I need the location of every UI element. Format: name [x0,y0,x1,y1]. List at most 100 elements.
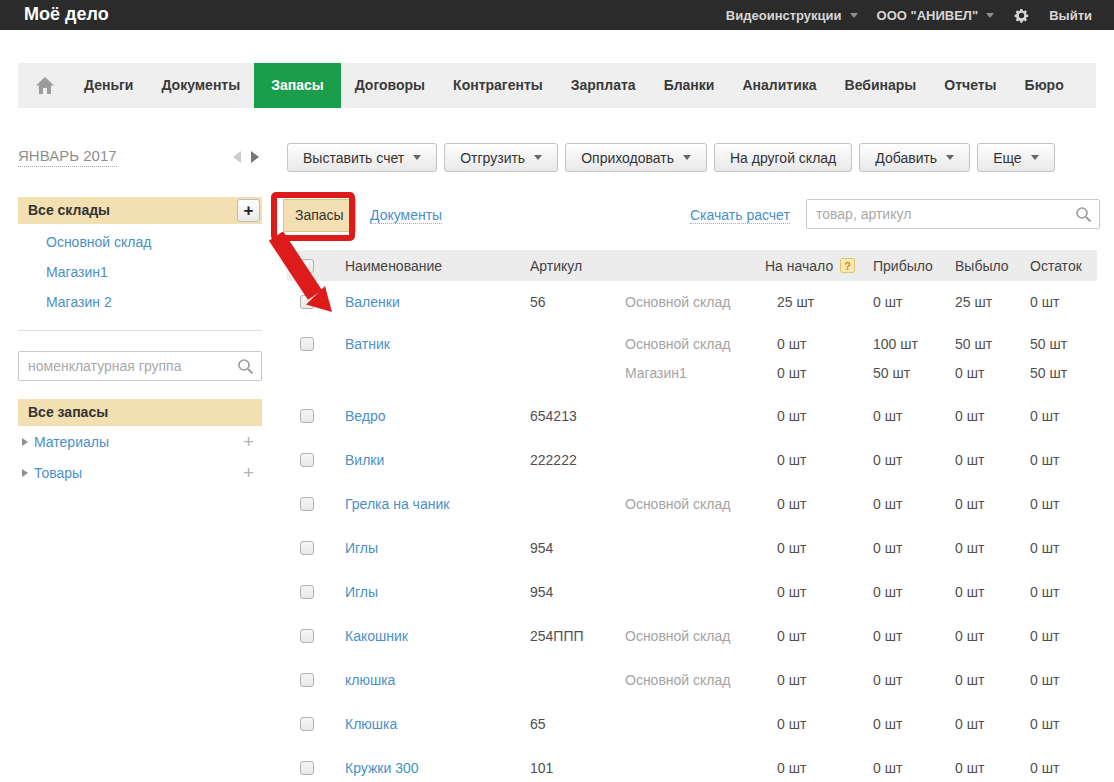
nav-tab[interactable]: Бланки [650,63,729,108]
item-name-link[interactable]: Иглы [345,540,378,556]
help-icon[interactable]: ? [840,258,855,273]
home-button[interactable] [18,63,70,108]
qty-start: 0 шт [777,584,806,600]
row-checkbox[interactable] [300,673,314,687]
qty-rest: 0 шт [1030,628,1059,644]
nav-tab[interactable]: Контрагенты [439,63,557,108]
warehouse-link[interactable]: Основной склад [46,234,151,250]
nav-tab[interactable]: Отчеты [930,63,1010,108]
item-name-link[interactable]: Ватник [345,336,390,352]
row-checkbox[interactable] [300,541,314,555]
nav-tab[interactable]: Деньги [70,63,147,108]
row-checkbox[interactable] [300,337,314,351]
item-name-link[interactable]: Вилки [345,452,384,468]
download-calculation-link[interactable]: Скачать расчет [690,207,790,224]
logout-button[interactable]: Выйти [1049,8,1092,23]
row-checkbox[interactable] [300,585,314,599]
item-name-link[interactable]: Иглы [345,584,378,600]
item-name-link[interactable]: клюшка [345,672,395,688]
item-name-link[interactable]: Клюшка [345,716,397,732]
settings-button[interactable] [1013,7,1030,24]
qty-rest: 0 шт [1030,408,1059,424]
row-checkbox[interactable] [300,717,314,731]
nav-tab[interactable]: Зарплата [557,63,650,108]
qty-start: 0 шт [777,760,806,776]
col-start: На начало? [765,258,855,274]
app-logo[interactable]: Моё дело [24,4,109,25]
chevron-down-icon [683,155,691,160]
qty-out: 0 шт [955,540,984,556]
product-search[interactable] [806,199,1100,229]
table-row: Валенки56Основной склад25 шт0 шт25 шт0 ш… [287,281,1097,325]
add-warehouse-button[interactable]: + [237,199,260,222]
qty-out: 0 шт [955,365,984,381]
nav-tab[interactable]: Запасы [254,63,341,108]
row-checkbox[interactable] [300,409,314,423]
tab-stocks[interactable]: Запасы [283,199,356,232]
tree-label[interactable]: Материалы [34,434,109,450]
row-checkbox[interactable] [300,629,314,643]
item-name-link[interactable]: Какошник [345,628,408,644]
warehouse-link[interactable]: Магазин 2 [46,294,112,310]
row-checkbox[interactable] [300,497,314,511]
qty-start: 0 шт [777,496,806,512]
qty-start: 0 шт [777,716,806,732]
table-row: Иглы9540 шт0 шт0 шт0 шт [287,571,1097,615]
item-name-link[interactable]: Ведро [345,408,386,424]
col-name: Наименование [345,258,442,274]
toolbar-button[interactable]: Еще [977,143,1055,172]
qty-out: 0 шт [955,408,984,424]
qty-start: 25 шт [777,294,814,310]
table-row: Ведро6542130 шт0 шт0 шт0 шт [287,395,1097,439]
select-all-checkbox[interactable] [300,259,314,273]
tree-item[interactable]: Материалы + [18,434,262,450]
table-row: ВатникОсновной склад0 шт100 шт50 шт50 шт… [287,325,1097,395]
table-row: Иглы9540 шт0 шт0 шт0 шт [287,527,1097,571]
toolbar-button[interactable]: На другой склад [714,143,852,172]
search-icon [237,358,254,375]
qty-rest: 50 шт [1030,365,1067,381]
period-next-icon[interactable] [251,151,259,163]
toolbar-button[interactable]: Оприходовать [565,143,707,172]
period-prev-icon[interactable] [233,151,241,163]
warehouses-header[interactable]: Все склады + [18,197,262,224]
period-selector[interactable]: ЯНВАРЬ 2017 [18,147,117,167]
row-checkbox[interactable] [300,761,314,775]
all-stocks-header[interactable]: Все запасы [18,399,262,426]
tree-label[interactable]: Товары [34,465,82,481]
topbar-menu: Видеоинструкции ООО "АНИВЕЛ" Выйти [726,0,1092,30]
toolbar-button[interactable]: Выставить счет [287,143,437,172]
expand-icon[interactable] [22,438,28,446]
toolbar-button[interactable]: Отгрузить [444,143,558,172]
nav-tab[interactable]: Документы [147,63,254,108]
tree-item[interactable]: Товары + [18,465,262,481]
warehouse-name: Основной склад [625,336,730,352]
row-checkbox[interactable] [300,295,314,309]
row-checkbox[interactable] [300,453,314,467]
tab-documents[interactable]: Документы [370,207,442,224]
nomenclature-search[interactable] [18,351,262,381]
nomenclature-search-input[interactable] [28,352,228,380]
nav-tab[interactable]: Договоры [341,63,439,108]
expand-icon[interactable] [22,469,28,477]
company-menu[interactable]: ООО "АНИВЕЛ" [877,8,995,23]
item-sku: 65 [530,716,546,732]
product-search-input[interactable] [816,200,1066,228]
toolbar-button[interactable]: Добавить [859,143,970,172]
qty-in: 0 шт [873,628,902,644]
nav-tab[interactable]: Бюро [1011,63,1078,108]
warehouse-link[interactable]: Магазин1 [46,264,108,280]
qty-in: 0 шт [873,716,902,732]
nav-tab[interactable]: Вебинары [831,63,931,108]
warehouse-name: Основной склад [625,628,730,644]
add-icon[interactable]: + [243,431,254,453]
add-icon[interactable]: + [243,462,254,484]
nav-tabs: ДеньгиДокументыЗапасыДоговорыКонтрагенты… [70,63,1078,108]
item-name-link[interactable]: Валенки [345,294,400,310]
qty-out: 0 шт [955,496,984,512]
nav-tab[interactable]: Аналитика [728,63,830,108]
item-sku: 222222 [530,452,577,468]
video-instructions-menu[interactable]: Видеоинструкции [726,8,858,23]
item-name-link[interactable]: Грелка на чаник [345,496,449,512]
item-name-link[interactable]: Кружки 300 [345,760,419,776]
